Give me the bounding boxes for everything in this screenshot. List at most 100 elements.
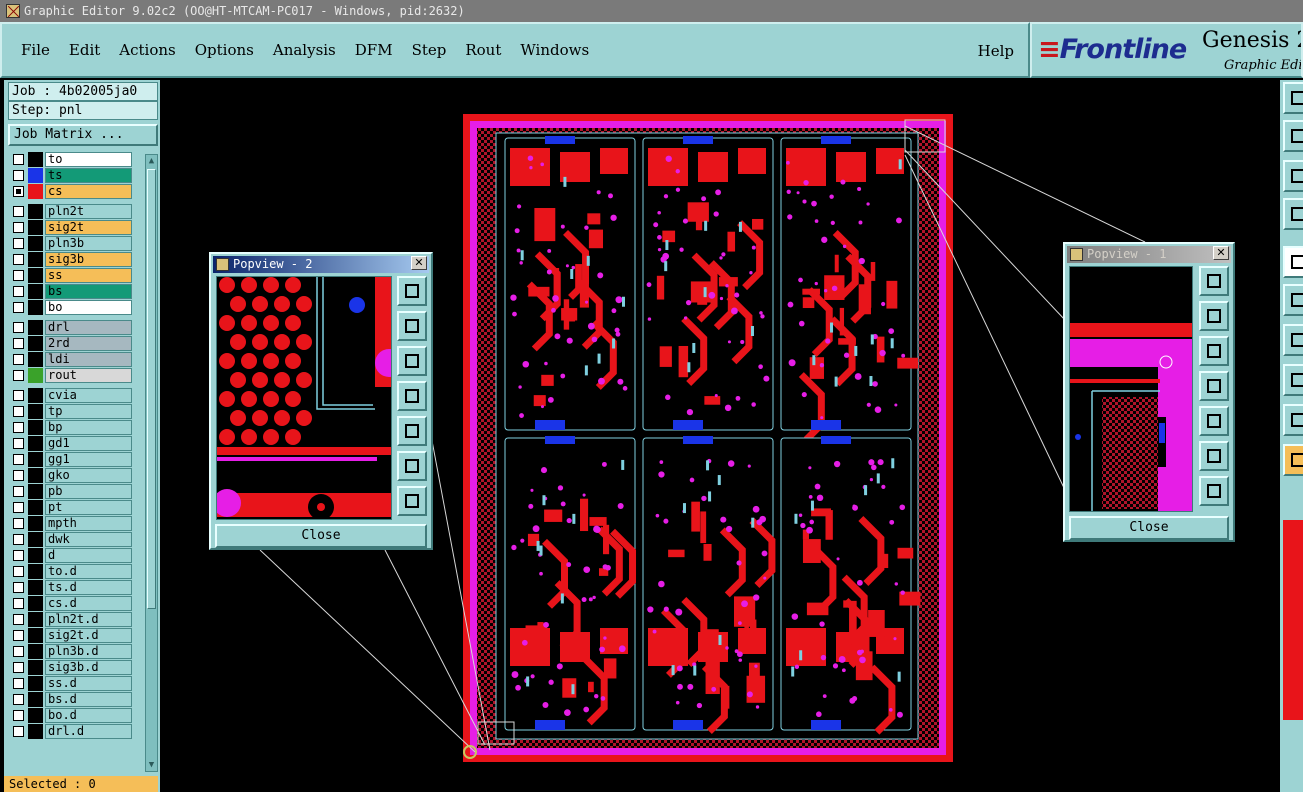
layer-checkbox[interactable]: [13, 354, 24, 365]
layer-scrollbar[interactable]: ▲ ▼: [145, 154, 158, 772]
menu-windows[interactable]: Windows: [520, 41, 589, 59]
layer-checkbox[interactable]: [13, 614, 24, 625]
layer-name[interactable]: pln2t.d: [45, 612, 132, 627]
layer-color-swatch[interactable]: [28, 220, 43, 235]
popview-pan-left-button[interactable]: [397, 381, 427, 411]
layer-checkbox[interactable]: [13, 662, 24, 673]
layer-color-swatch[interactable]: [28, 204, 43, 219]
layer-row-gg1[interactable]: gg1: [8, 452, 132, 467]
layer-name[interactable]: gd1: [45, 436, 132, 451]
layer-color-swatch[interactable]: [28, 708, 43, 723]
layer-checkbox[interactable]: [13, 678, 24, 689]
layer-color-swatch[interactable]: [28, 168, 43, 183]
layer-name[interactable]: to.d: [45, 564, 132, 579]
popview-1-viewport[interactable]: [1069, 266, 1193, 512]
layer-color-swatch[interactable]: [28, 548, 43, 563]
popview-1-close-button[interactable]: Close: [1069, 516, 1229, 540]
layer-checkbox[interactable]: [13, 390, 24, 401]
popview-pan-right-button[interactable]: [397, 416, 427, 446]
menu-step[interactable]: Step: [412, 41, 447, 59]
layer-checkbox[interactable]: [13, 286, 24, 297]
layer-checkbox[interactable]: [13, 206, 24, 217]
tool-button-6[interactable]: [1283, 284, 1303, 316]
menu-options[interactable]: Options: [195, 41, 254, 59]
layer-row-pln2t-d[interactable]: pln2t.d: [8, 612, 132, 627]
layer-color-swatch[interactable]: [28, 184, 43, 199]
layer-checkbox[interactable]: [13, 454, 24, 465]
layer-name[interactable]: pln3b: [45, 236, 132, 251]
layer-row-mpth[interactable]: mpth: [8, 516, 132, 531]
popview-pan-up-button[interactable]: [397, 311, 427, 341]
layer-row-drl-d[interactable]: drl.d: [8, 724, 132, 739]
layer-checkbox[interactable]: [13, 222, 24, 233]
popview-2-viewport[interactable]: [216, 276, 392, 520]
tool-button-4[interactable]: [1283, 198, 1303, 230]
layer-checkbox[interactable]: [13, 710, 24, 721]
layer-name[interactable]: drl.d: [45, 724, 132, 739]
layer-row-pln2t[interactable]: pln2t: [8, 204, 132, 219]
layer-name[interactable]: gg1: [45, 452, 132, 467]
menu-edit[interactable]: Edit: [69, 41, 100, 59]
tool-button-7[interactable]: [1283, 324, 1303, 356]
layer-name[interactable]: pln2t: [45, 204, 132, 219]
layer-row-sig2t[interactable]: sig2t: [8, 220, 132, 235]
layer-color-swatch[interactable]: [28, 268, 43, 283]
layer-name[interactable]: 2rd: [45, 336, 132, 351]
layer-color-swatch[interactable]: [28, 284, 43, 299]
popview-1-window[interactable]: Popview - 1 ✕ Close: [1063, 242, 1235, 542]
popview-2-titlebar[interactable]: Popview - 2: [213, 256, 429, 273]
layer-row-bs-d[interactable]: bs.d: [8, 692, 132, 707]
layer-checkbox[interactable]: [13, 582, 24, 593]
layer-checkbox[interactable]: [13, 270, 24, 281]
layer-checkbox[interactable]: [13, 630, 24, 641]
popview-pan-up-button[interactable]: [1199, 301, 1229, 331]
layer-color-swatch[interactable]: [28, 532, 43, 547]
layer-checkbox[interactable]: [13, 170, 24, 181]
menu-dfm[interactable]: DFM: [355, 41, 393, 59]
popview-zoom-fit-button[interactable]: [397, 276, 427, 306]
layer-color-swatch[interactable]: [28, 500, 43, 515]
layer-row-d[interactable]: d: [8, 548, 132, 563]
layer-checkbox[interactable]: [13, 518, 24, 529]
layer-name[interactable]: drl: [45, 320, 132, 335]
layer-name[interactable]: sig2t.d: [45, 628, 132, 643]
layer-checkbox[interactable]: [13, 598, 24, 609]
popview-zoom-fit-button[interactable]: [1199, 266, 1229, 296]
layer-row-cvia[interactable]: cvia: [8, 388, 132, 403]
layer-row-gd1[interactable]: gd1: [8, 436, 132, 451]
layer-checkbox[interactable]: [13, 502, 24, 513]
layer-name[interactable]: sig2t: [45, 220, 132, 235]
layer-name[interactable]: bo: [45, 300, 132, 315]
layer-checkbox[interactable]: [13, 694, 24, 705]
tool-button-8[interactable]: [1283, 364, 1303, 396]
popview-2-close-button[interactable]: Close: [215, 524, 427, 548]
layer-name[interactable]: bs.d: [45, 692, 132, 707]
layer-checkbox[interactable]: [13, 550, 24, 561]
layer-row-to[interactable]: to: [8, 152, 132, 167]
layer-row-tp[interactable]: tp: [8, 404, 132, 419]
menu-analysis[interactable]: Analysis: [273, 41, 336, 59]
menu-actions[interactable]: Actions: [119, 41, 175, 59]
layer-row-bs[interactable]: bs: [8, 284, 132, 299]
layer-color-swatch[interactable]: [28, 484, 43, 499]
popview-2-close-icon[interactable]: ✕: [411, 256, 427, 270]
layer-row-cs-d[interactable]: cs.d: [8, 596, 132, 611]
layer-checkbox[interactable]: [13, 438, 24, 449]
layer-color-swatch[interactable]: [28, 388, 43, 403]
layer-row-pt[interactable]: pt: [8, 500, 132, 515]
scroll-up-icon[interactable]: ▲: [146, 155, 157, 167]
layer-row-sig3b-d[interactable]: sig3b.d: [8, 660, 132, 675]
layer-name[interactable]: bs: [45, 284, 132, 299]
layer-row-ts[interactable]: ts: [8, 168, 132, 183]
tool-button-5[interactable]: [1283, 246, 1303, 278]
popview-zoom-out-button[interactable]: [1199, 476, 1229, 506]
layer-name[interactable]: cvia: [45, 388, 132, 403]
layer-checkbox[interactable]: [13, 470, 24, 481]
layer-color-swatch[interactable]: [28, 692, 43, 707]
layer-row-ss[interactable]: ss: [8, 268, 132, 283]
layer-name[interactable]: d: [45, 548, 132, 563]
layer-row-rout[interactable]: rout: [8, 368, 132, 383]
popview-zoom-out-button[interactable]: [397, 486, 427, 516]
layer-name[interactable]: rout: [45, 368, 132, 383]
layer-row-bo[interactable]: bo: [8, 300, 132, 315]
